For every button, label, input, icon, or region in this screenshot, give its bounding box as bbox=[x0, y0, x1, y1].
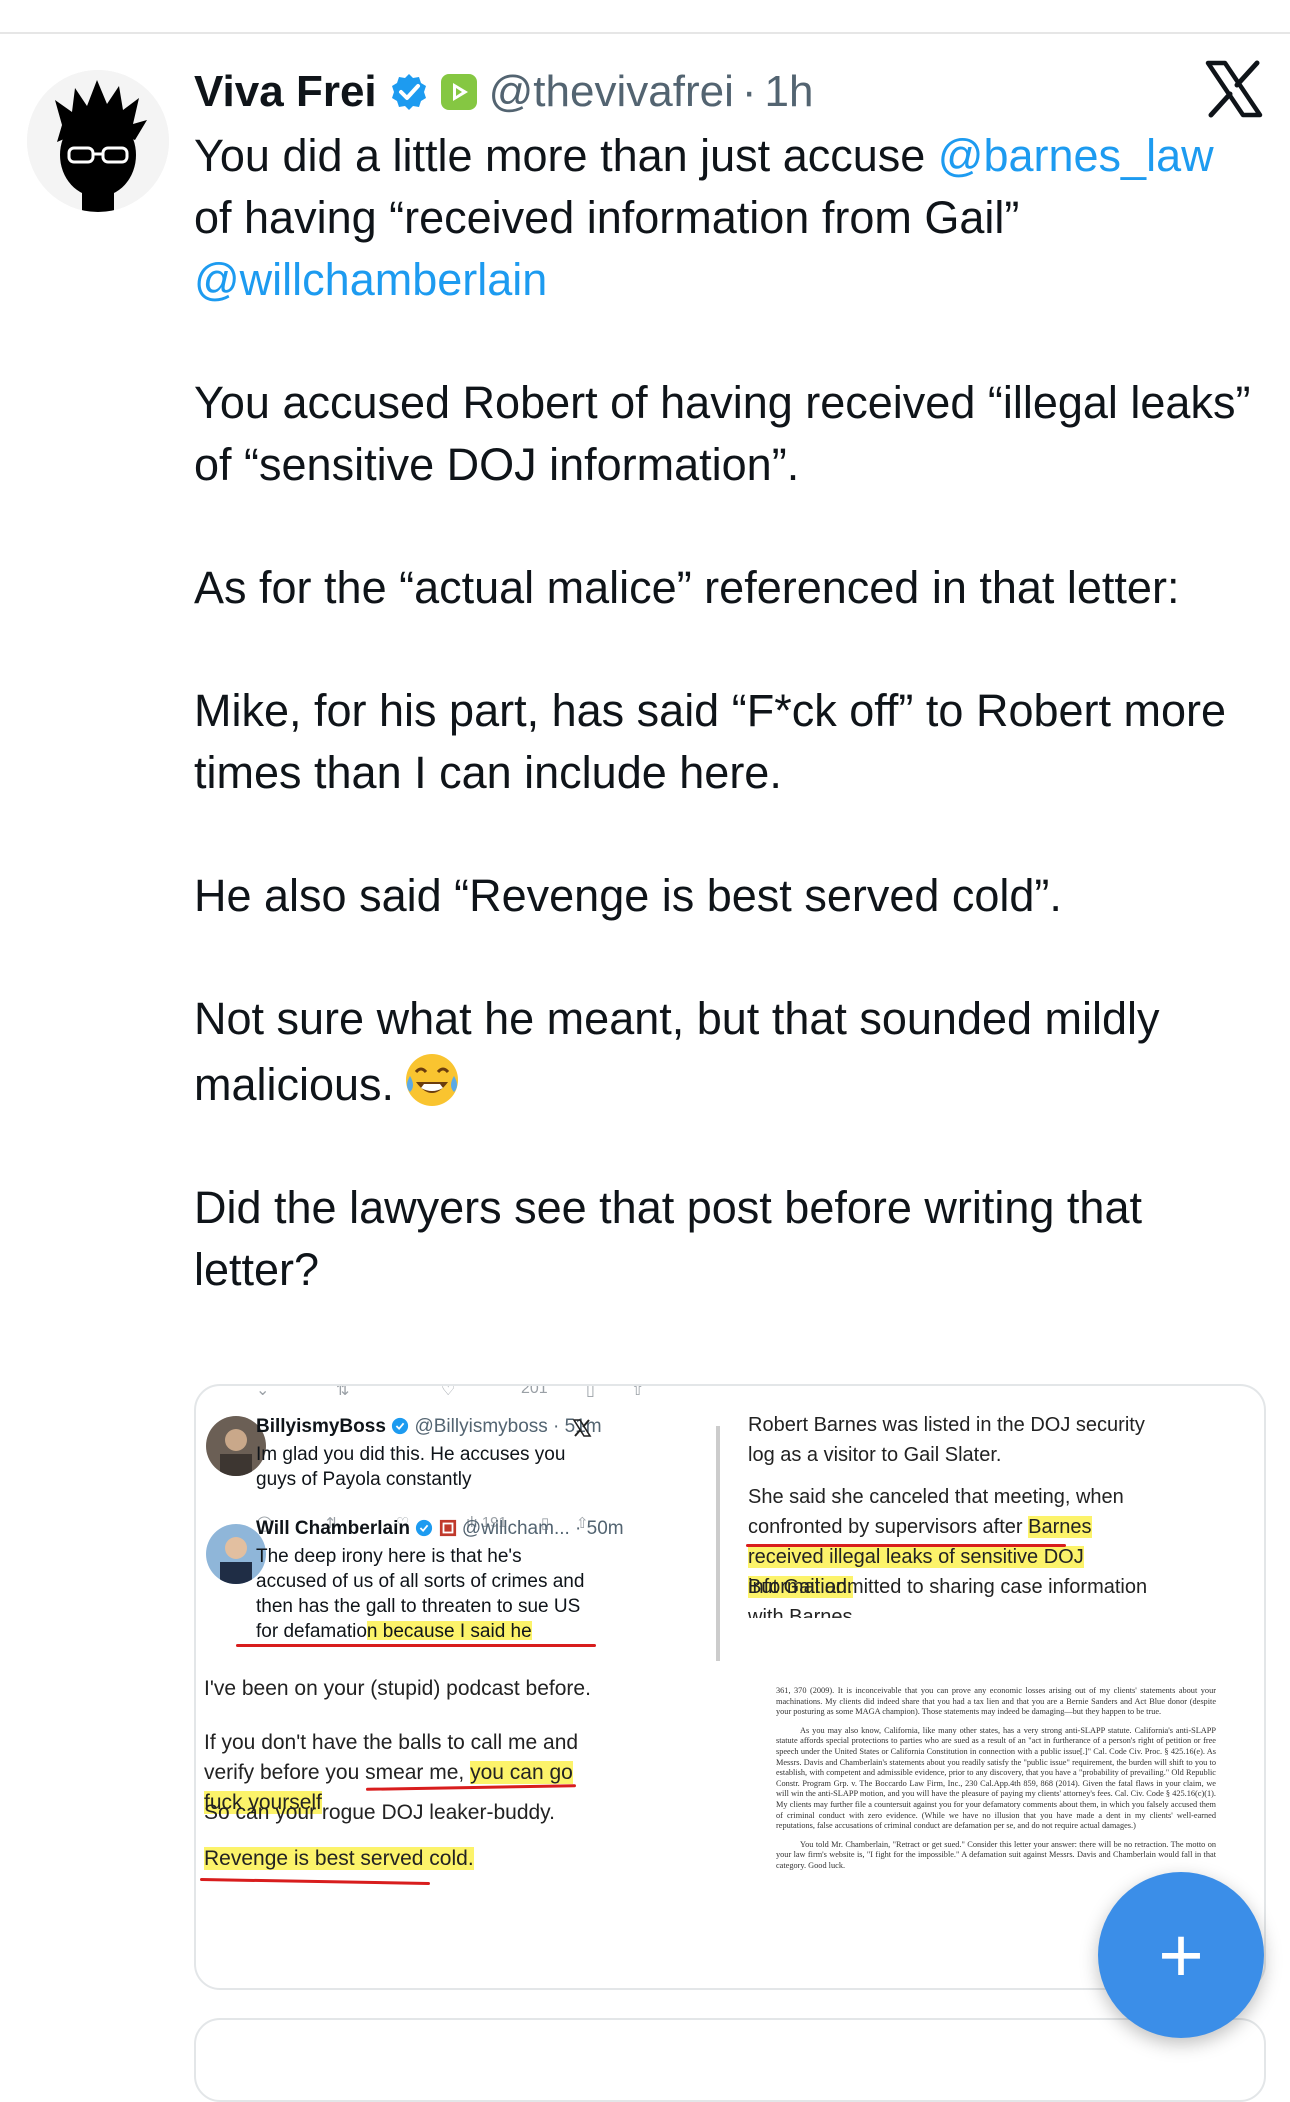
rumble-play-icon bbox=[440, 74, 477, 110]
mention-barnes-law[interactable]: @barnes_law bbox=[938, 130, 1214, 181]
verified-badge-icon bbox=[391, 74, 426, 110]
will-chamberlain-text: The deep irony here is that he's accused… bbox=[256, 1544, 596, 1640]
tweet-paragraph: Did the lawyers see that post before wri… bbox=[194, 1182, 1142, 1295]
faded-action-row: ⌄ ⇅ ♡ 201 ▯ ⇧ bbox=[256, 1384, 645, 1399]
will-chamberlain-header: Will Chamberlain @willcham... · 50m bbox=[256, 1518, 624, 1539]
billyismyboss-header: BillyismyBoss @Billyismyboss · 51m bbox=[256, 1416, 602, 1437]
avatar-silhouette-icon bbox=[27, 70, 169, 212]
message-line-3: So can your rogue DOJ leaker-buddy. bbox=[204, 1801, 555, 1824]
laughing-tears-emoji-icon bbox=[406, 1054, 459, 1106]
red-underline bbox=[746, 1544, 1066, 1547]
tweet-paragraph: You accused Robert of having received “i… bbox=[194, 377, 1251, 490]
media-image[interactable]: ⌄ ⇅ ♡ 201 ▯ ⇧ BillyismyBoss @Billyismybo… bbox=[194, 1384, 1266, 1990]
tweet-paragraph: He also said “Revenge is best served col… bbox=[194, 870, 1062, 921]
tweet-paragraph: Mike, for his part, has said “F*ck off” … bbox=[194, 685, 1227, 798]
billyismyboss-text: Im glad you did this. He accuses you guy… bbox=[256, 1444, 566, 1490]
separator-dot: · bbox=[741, 67, 757, 116]
tweet-paragraph: As for the “actual malice” referenced in… bbox=[194, 562, 1180, 613]
verified-badge-icon bbox=[416, 1519, 433, 1537]
message-line-1: I've been on your (stupid) podcast befor… bbox=[204, 1677, 591, 1700]
post-header: Viva Frei @thevivafrei · 1h bbox=[194, 62, 813, 122]
plus-icon: + bbox=[1158, 1911, 1204, 1999]
top-divider bbox=[0, 32, 1290, 34]
doj-paragraph-3: But Gail admitted to sharing case inform… bbox=[748, 1576, 1148, 1618]
message-line-4: Revenge is best served cold. bbox=[204, 1847, 474, 1870]
compose-button[interactable]: + bbox=[1098, 1872, 1264, 2038]
author-avatar[interactable] bbox=[27, 70, 169, 212]
red-underline bbox=[199, 1877, 431, 1886]
x-logo-icon[interactable] bbox=[1205, 60, 1263, 118]
next-post-card[interactable] bbox=[194, 2018, 1266, 2102]
x-logo-icon bbox=[572, 1419, 592, 1437]
badge-icon bbox=[439, 1519, 456, 1537]
thread-divider-line bbox=[716, 1426, 720, 1661]
author-name[interactable]: Viva Frei bbox=[194, 67, 377, 117]
post-time[interactable]: 1h bbox=[765, 67, 814, 117]
tweet-paragraph: You did a little more than just accuse @… bbox=[194, 130, 1214, 305]
red-underline bbox=[236, 1644, 596, 1647]
verified-badge-icon bbox=[392, 1417, 409, 1435]
tweet-body: You did a little more than just accuse @… bbox=[194, 125, 1254, 1362]
tweet-paragraph: Not sure what he meant, but that sounded… bbox=[194, 993, 1160, 1110]
doj-paragraph-1: Robert Barnes was listed in the DOJ secu… bbox=[748, 1414, 1145, 1466]
mention-willchamberlain[interactable]: @willchamberlain bbox=[194, 254, 547, 305]
media-left-panel: ⌄ ⇅ ♡ 201 ▯ ⇧ BillyismyBoss @Billyismybo… bbox=[196, 1386, 726, 1986]
legal-letter-excerpt: 361, 370 (2009). It is inconceivable tha… bbox=[776, 1686, 1216, 1870]
author-handle[interactable]: @thevivafrei bbox=[489, 67, 734, 117]
